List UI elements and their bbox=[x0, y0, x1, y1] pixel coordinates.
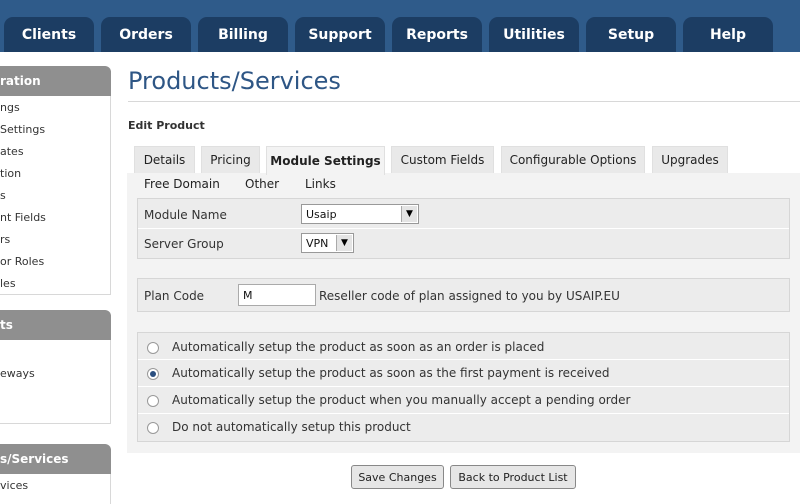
sidebar-item[interactable]: ngs bbox=[0, 101, 20, 114]
tab-other[interactable]: Other bbox=[245, 177, 279, 191]
plan-code-label: Plan Code bbox=[144, 289, 205, 303]
sidebar-section-configuration-items: ngs Settings ates tion s nt Fields rs or… bbox=[0, 96, 111, 295]
plan-code-input[interactable] bbox=[238, 284, 316, 306]
sidebar-item[interactable]: nt Fields bbox=[0, 211, 46, 224]
setup-option-radio-selected[interactable] bbox=[147, 368, 159, 380]
nav-tab-clients[interactable]: Clients bbox=[4, 17, 94, 52]
page-subtitle: Edit Product bbox=[128, 119, 205, 132]
setup-option-row: Automatically setup the product as soon … bbox=[138, 360, 789, 387]
module-name-select[interactable]: Usaip ▼ bbox=[301, 204, 419, 224]
sidebar-section-payments-items: eways bbox=[0, 340, 111, 424]
top-navigation: Clients Orders Billing Support Reports U… bbox=[0, 0, 800, 52]
setup-option-label: Automatically setup the product as soon … bbox=[172, 366, 610, 380]
server-group-value: VPN bbox=[306, 236, 329, 250]
nav-tab-orders[interactable]: Orders bbox=[101, 17, 191, 52]
server-group-row: Server Group VPN ▼ bbox=[138, 229, 789, 259]
setup-option-label: Automatically setup the product when you… bbox=[172, 393, 631, 407]
tab-free-domain[interactable]: Free Domain bbox=[144, 177, 220, 191]
setup-option-row: Automatically setup the product as soon … bbox=[138, 333, 789, 360]
title-divider bbox=[128, 101, 800, 102]
server-group-label: Server Group bbox=[144, 237, 224, 251]
setup-option-radio[interactable] bbox=[147, 395, 159, 407]
tab-custom-fields[interactable]: Custom Fields bbox=[391, 146, 494, 173]
dropdown-arrow-icon[interactable]: ▼ bbox=[336, 235, 352, 251]
back-to-product-list-button[interactable]: Back to Product List bbox=[450, 465, 576, 489]
sidebar-section-configuration: ration bbox=[0, 66, 111, 96]
tab-upgrades[interactable]: Upgrades bbox=[652, 146, 728, 173]
sidebar-item[interactable]: les bbox=[0, 277, 16, 290]
nav-tab-setup[interactable]: Setup bbox=[586, 17, 676, 52]
sidebar-section-products-services: s/Services bbox=[0, 444, 111, 474]
dropdown-arrow-icon[interactable]: ▼ bbox=[401, 206, 417, 222]
page-title: Products/Services bbox=[128, 67, 341, 95]
tab-details[interactable]: Details bbox=[134, 146, 195, 173]
sidebar-section-title: ration bbox=[0, 74, 41, 88]
sidebar-item[interactable]: vices bbox=[0, 479, 28, 492]
nav-tab-support[interactable]: Support bbox=[295, 17, 385, 52]
sidebar-item[interactable]: Settings bbox=[0, 123, 45, 136]
setup-option-radio[interactable] bbox=[147, 422, 159, 434]
tab-links[interactable]: Links bbox=[305, 177, 336, 191]
sidebar-item[interactable]: eways bbox=[0, 367, 35, 380]
sidebar-item[interactable]: tion bbox=[0, 167, 21, 180]
setup-option-row: Automatically setup the product when you… bbox=[138, 387, 789, 414]
server-group-select[interactable]: VPN ▼ bbox=[301, 233, 354, 253]
nav-tab-utilities[interactable]: Utilities bbox=[489, 17, 579, 52]
sidebar-section-title: ts bbox=[0, 318, 13, 332]
setup-option-label: Automatically setup the product as soon … bbox=[172, 340, 545, 354]
sidebar-section-title: s/Services bbox=[0, 452, 69, 466]
nav-tab-billing[interactable]: Billing bbox=[198, 17, 288, 52]
plan-code-description: Reseller code of plan assigned to you by… bbox=[319, 289, 620, 303]
tab-module-settings[interactable]: Module Settings bbox=[266, 146, 385, 175]
setup-option-radio[interactable] bbox=[147, 342, 159, 354]
sidebar-section-payments: ts bbox=[0, 310, 111, 340]
sidebar-item[interactable]: ates bbox=[0, 145, 24, 158]
tab-pricing[interactable]: Pricing bbox=[201, 146, 260, 173]
module-name-value: Usaip bbox=[306, 207, 337, 221]
module-settings-box: Module Name Usaip ▼ Server Group VPN ▼ bbox=[137, 198, 790, 259]
sidebar-item[interactable]: or Roles bbox=[0, 255, 44, 268]
sidebar-section-products-services-items: vices bbox=[0, 474, 111, 504]
setup-option-label: Do not automatically setup this product bbox=[172, 420, 411, 434]
save-changes-button[interactable]: Save Changes bbox=[351, 465, 444, 489]
sidebar-item[interactable]: rs bbox=[0, 233, 10, 246]
setup-option-row: Do not automatically setup this product bbox=[138, 414, 789, 441]
module-name-label: Module Name bbox=[144, 208, 227, 222]
setup-options-box: Automatically setup the product as soon … bbox=[137, 332, 790, 442]
tab-configurable-options[interactable]: Configurable Options bbox=[501, 146, 645, 173]
nav-tab-reports[interactable]: Reports bbox=[392, 17, 482, 52]
nav-tab-help[interactable]: Help bbox=[683, 17, 773, 52]
plan-code-box: Plan Code Reseller code of plan assigned… bbox=[137, 278, 790, 312]
sidebar-item[interactable]: s bbox=[0, 189, 6, 202]
module-name-row: Module Name Usaip ▼ bbox=[138, 199, 789, 229]
